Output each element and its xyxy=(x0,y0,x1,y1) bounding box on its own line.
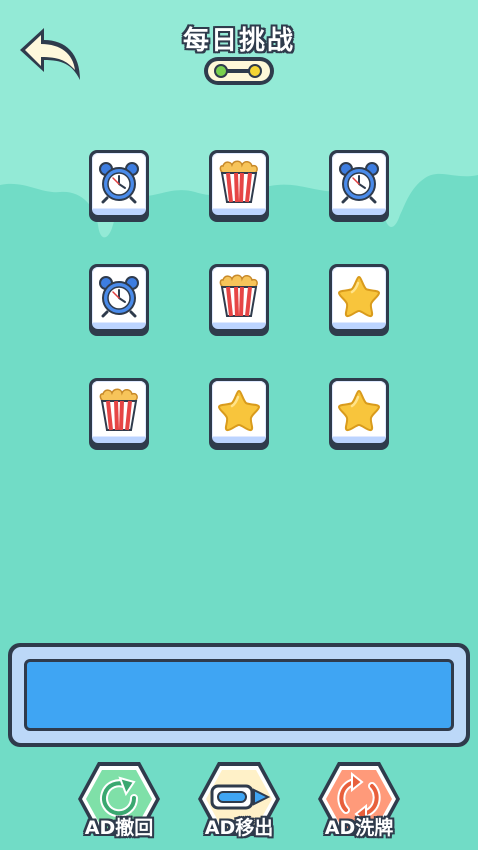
tile-alarm-clock[interactable] xyxy=(89,150,149,222)
tile-popcorn[interactable] xyxy=(89,378,149,450)
popcorn-icon xyxy=(217,160,261,204)
popcorn-icon xyxy=(97,388,141,432)
star-icon xyxy=(337,274,381,318)
page-title: 每日挑战 xyxy=(182,26,295,56)
tray-slots xyxy=(24,659,454,731)
move-out-button[interactable]: AD移出 xyxy=(196,756,282,842)
level-progress-icon xyxy=(204,57,274,85)
tile-popcorn[interactable] xyxy=(209,150,269,222)
star-icon xyxy=(337,388,381,432)
tile-star[interactable] xyxy=(329,378,389,450)
move-out-label: AD移出 xyxy=(204,817,274,839)
tile-star[interactable] xyxy=(209,378,269,450)
alarm-clock-icon xyxy=(97,160,141,204)
tile-star[interactable] xyxy=(329,264,389,336)
shuffle-button[interactable]: AD洗牌 xyxy=(316,756,402,842)
tile-popcorn[interactable] xyxy=(209,264,269,336)
undo-button[interactable]: AD撤回 xyxy=(76,756,162,842)
tile-alarm-clock[interactable] xyxy=(89,264,149,336)
star-icon xyxy=(217,388,261,432)
collection-tray xyxy=(8,643,470,747)
popcorn-icon xyxy=(217,274,261,318)
tile-alarm-clock[interactable] xyxy=(329,150,389,222)
shuffle-label: AD洗牌 xyxy=(324,817,394,839)
alarm-clock-icon xyxy=(337,160,381,204)
undo-label: AD撤回 xyxy=(84,817,154,839)
alarm-clock-icon xyxy=(97,274,141,318)
